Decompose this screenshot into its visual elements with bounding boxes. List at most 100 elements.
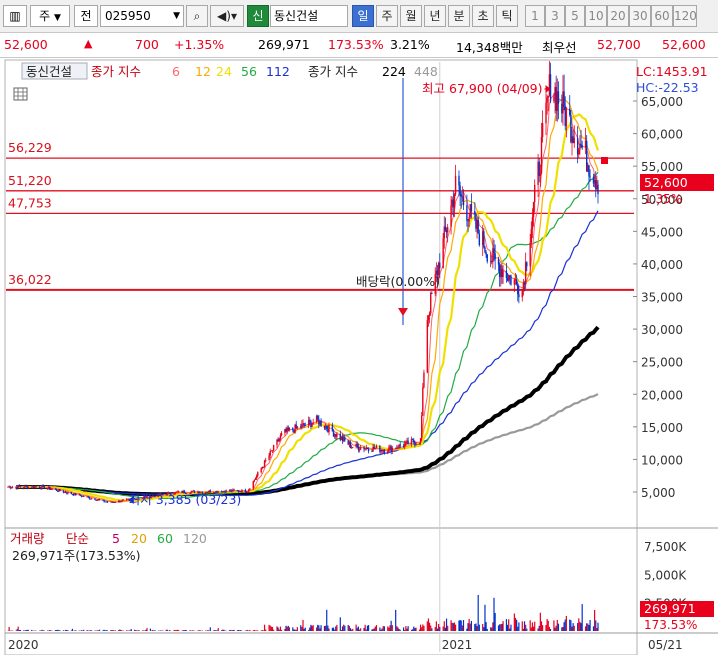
volume-bar (483, 627, 485, 631)
candle-body (114, 502, 117, 504)
volume-bar (48, 630, 50, 631)
info-button[interactable]: 전 (74, 5, 98, 27)
period-1[interactable]: 주 (376, 5, 398, 27)
period-3[interactable]: 년 (424, 5, 446, 27)
volume-ratio: 173.53% (328, 37, 384, 52)
volume-bar (454, 624, 457, 631)
volume-bar (31, 629, 33, 631)
market-select[interactable]: 주 ▼ (30, 5, 70, 27)
candle-body (430, 293, 432, 314)
x-tick-2021: 2021 (442, 638, 473, 652)
period-0[interactable]: 일 (352, 5, 374, 27)
current-marker (601, 157, 608, 164)
interval-3[interactable]: 3 (545, 5, 565, 27)
interval-20[interactable]: 20 (607, 5, 629, 27)
volume-bar (476, 626, 478, 631)
candle-body (272, 444, 275, 451)
volume-bar (374, 626, 376, 631)
period-6[interactable]: 틱 (496, 5, 518, 27)
volume-bar (66, 629, 68, 631)
volume-bar (452, 623, 454, 631)
volume-bar (205, 630, 207, 631)
hc-label: HC:-22.53 (636, 80, 699, 95)
quote-bar: 52,600 ▲ 700 +1.35% 269,971 173.53% 3.21… (0, 33, 718, 58)
volume-bar (383, 626, 385, 631)
volume-bar (165, 629, 167, 631)
candle-body (83, 495, 85, 497)
volume-bar (263, 624, 266, 631)
candle-body (439, 262, 441, 269)
volume-bar (360, 628, 362, 631)
volume-bar (326, 609, 328, 631)
code-input[interactable]: 025950 ▼ (100, 5, 184, 27)
volume-bar (74, 630, 76, 631)
volume-bar (439, 626, 441, 631)
volume-bar (49, 630, 51, 631)
volume-bar (318, 625, 320, 631)
volume-bar (325, 625, 327, 631)
price-tick-label: 30,000 (641, 323, 683, 337)
chart-menu-icon[interactable]: ▥ (3, 5, 27, 27)
volume-bar (355, 624, 357, 631)
volume-bar (557, 623, 560, 631)
volume-bar (525, 624, 527, 631)
candle-body (422, 387, 424, 416)
candle-body (328, 425, 330, 433)
candle-body (262, 466, 265, 468)
candle-body (565, 108, 568, 127)
volume-bar (57, 629, 59, 631)
volume-bar (523, 621, 526, 631)
volume-bar (553, 620, 555, 631)
candle-body (517, 284, 519, 295)
volume-legend-name: 거래량 (10, 531, 45, 546)
volume-bar (245, 630, 248, 631)
interval-30[interactable]: 30 (629, 5, 651, 27)
period-5[interactable]: 초 (472, 5, 494, 27)
candle-body (90, 498, 93, 500)
period-4[interactable]: 분 (448, 5, 470, 27)
volume-bar (412, 629, 414, 631)
volume-bar (62, 630, 64, 631)
candle-body (526, 262, 528, 267)
volume-bar (344, 625, 346, 631)
volume-bar (308, 629, 310, 631)
speaker-icon[interactable]: ◀)▾ (210, 5, 244, 27)
volume-bar (230, 629, 232, 631)
volume-bar (434, 626, 436, 631)
search-icon[interactable]: ⌕ (186, 5, 208, 27)
current-price: 52,600 (4, 37, 48, 52)
period-2[interactable]: 월 (400, 5, 422, 27)
candle-body (51, 488, 53, 490)
volume-bar (426, 621, 428, 631)
stock-chart[interactable]: 56,229 51,220 47,753 36,022 5,000 10,000 15,0… (0, 58, 718, 655)
interval-10[interactable]: 10 (585, 5, 607, 27)
volume-bar (276, 626, 278, 631)
volume-bar (501, 623, 503, 631)
interval-120[interactable]: 120 (673, 5, 697, 27)
candle-body (366, 447, 369, 450)
candle-body (254, 478, 257, 480)
candle-body (288, 428, 291, 431)
volume-bar (542, 625, 544, 631)
volume-bar (572, 623, 574, 631)
interval-1[interactable]: 1 (525, 5, 545, 27)
volume-bar (257, 630, 259, 631)
candle-body (483, 231, 485, 248)
candle-body (387, 451, 389, 453)
volume-bar (537, 628, 539, 631)
volume-bar (389, 625, 391, 631)
volume-legend-period-120: 120 (183, 531, 207, 546)
volume-bar (153, 630, 155, 631)
volume-bar (517, 626, 519, 631)
volume-bar (58, 630, 60, 631)
volume-bar (78, 630, 80, 631)
volume-bar (349, 628, 352, 631)
volume-bar (279, 626, 281, 631)
interval-60[interactable]: 60 (651, 5, 673, 27)
interval-5[interactable]: 5 (565, 5, 585, 27)
volume-bar (430, 625, 432, 631)
volume-bar (500, 624, 502, 631)
candle-body (569, 108, 571, 115)
volume-bar (239, 630, 241, 631)
price-tick-label: 45,000 (641, 225, 683, 239)
